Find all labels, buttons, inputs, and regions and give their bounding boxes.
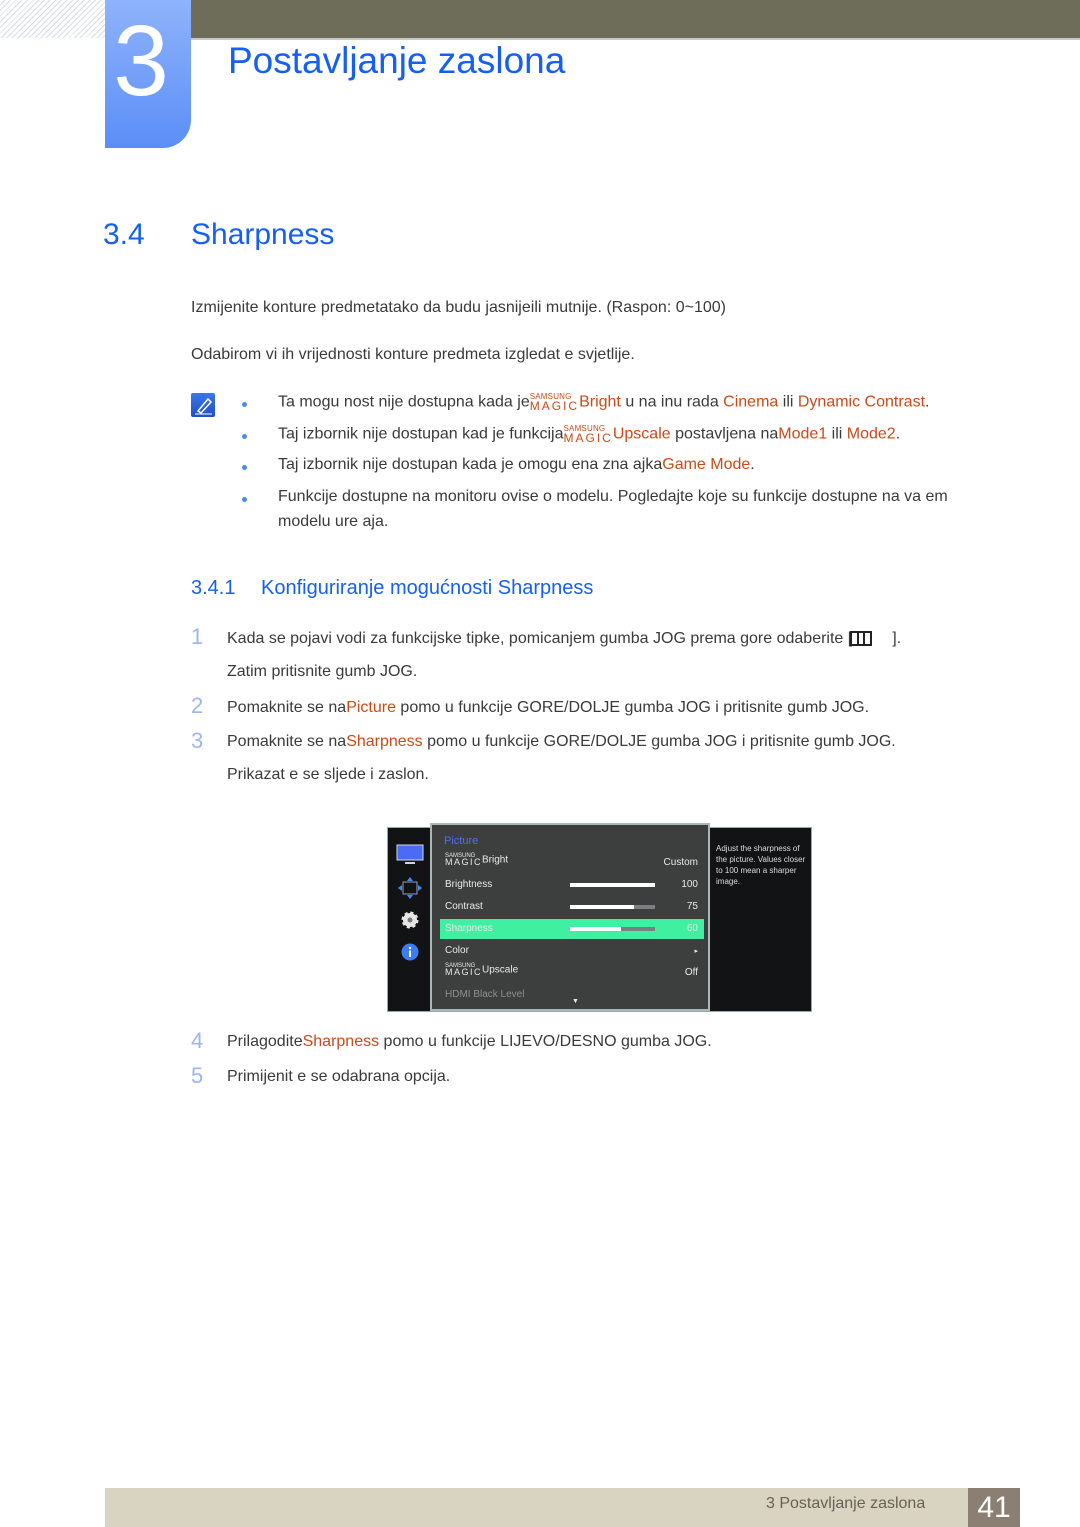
osd-slider-fill	[570, 905, 634, 909]
note-item-3: Taj izbornik nije dostupan kada je omogu…	[278, 456, 755, 473]
chapter-number: 3	[113, 5, 169, 117]
step-1-line-2: Zatim pritisnite gumb JOG.	[227, 663, 418, 680]
osd-row-magic-bright[interactable]: SAMSUNG MAGIC Bright Custom	[440, 853, 704, 873]
header-bar	[190, 0, 1080, 38]
step-number: 4	[191, 1028, 204, 1053]
osd-slider-fill	[570, 883, 655, 887]
step-1-text: Kada se pojavi vodi za funkcijske tipke,…	[227, 630, 902, 647]
info-icon	[401, 943, 419, 961]
osd-row-brightness[interactable]: Brightness 100	[440, 875, 704, 895]
page-number: 41	[968, 1488, 1020, 1527]
samsung-magic-logo: SAMSUNG MAGIC	[529, 392, 580, 413]
note-item-4-line-2: modelu ure aja.	[278, 513, 389, 530]
section-number: 3.4	[103, 218, 145, 251]
step-number: 5	[191, 1063, 204, 1088]
step-number: 3	[191, 728, 204, 753]
size-position-icon	[398, 877, 422, 899]
osd-sidebar	[388, 828, 431, 1011]
samsung-magic-logo: SAMSUNG MAGIC	[445, 963, 483, 977]
step-number: 2	[191, 693, 204, 718]
osd-row-sharpness-selected[interactable]: Sharpness 60	[440, 919, 704, 939]
osd-menu-title: Picture	[444, 835, 479, 847]
osd-slider-fill	[570, 927, 621, 931]
step-number: 1	[191, 624, 204, 649]
osd-row-color[interactable]: Color ▸	[440, 941, 704, 961]
osd-slider[interactable]	[570, 905, 655, 909]
step-5-text: Primijenit e se odabrana opcija.	[227, 1068, 451, 1085]
chapter-title: Postavljanje zaslona	[228, 40, 566, 81]
subsection-number: 3.4.1	[191, 577, 236, 599]
subsection-title: Konfiguriranje mogućnosti Sharpness	[261, 577, 594, 599]
osd-picture-menu: Picture SAMSUNG MAGIC Bright Custom Bright…	[430, 823, 710, 1011]
samsung-magic-logo: SAMSUNG MAGIC	[563, 424, 613, 445]
submenu-arrow-icon: ▸	[694, 948, 698, 955]
bullet	[242, 497, 247, 502]
note-item-1: Ta mogu nost nije dostupna kada je SAMSUN…	[278, 392, 930, 413]
monitor-icon	[396, 844, 424, 864]
osd-row-contrast[interactable]: Contrast 75	[440, 897, 704, 917]
header-hatch-decoration	[0, 0, 105, 38]
note-item-2: Taj izbornik nije dostupan kad je funkci…	[278, 424, 901, 445]
step-3-line-2: Prikazat e se sljede i zaslon.	[227, 766, 429, 783]
gear-icon	[401, 911, 419, 929]
osd-slider[interactable]	[570, 883, 655, 887]
bullet	[242, 402, 247, 407]
scroll-down-icon[interactable]: ▼	[572, 998, 579, 1005]
osd-row-magic-upscale[interactable]: SAMSUNG MAGIC Upscale Off	[440, 963, 704, 983]
step-2-text: Pomaknite se naPicture pomo u funkcije G…	[227, 699, 870, 716]
note-pencil-icon	[191, 393, 215, 417]
bullet	[242, 434, 247, 439]
footer-chapter-label: 3 Postavljanje zaslona	[766, 1495, 926, 1512]
samsung-magic-logo: SAMSUNG MAGIC	[445, 853, 483, 867]
section-title: Sharpness	[191, 218, 335, 251]
step-4-text: PrilagoditeSharpness pomo u funkcije LIJ…	[227, 1033, 712, 1050]
note-item-4-line-1: Funkcije dostupne na monitoru ovise o mo…	[278, 488, 948, 505]
step-3-text: Pomaknite se naSharpness pomo u funkcije…	[227, 733, 896, 750]
osd-slider[interactable]	[570, 927, 655, 931]
intro-paragraph-1: Izmijenite konture predmetatako da budu …	[191, 299, 726, 316]
bullet	[242, 465, 247, 470]
osd-help-text: Adjust the sharpness of the picture. Val…	[716, 844, 806, 886]
intro-paragraph-2: Odabirom vi ih vrijednosti konture predm…	[191, 346, 635, 363]
menu-icon	[850, 631, 873, 647]
